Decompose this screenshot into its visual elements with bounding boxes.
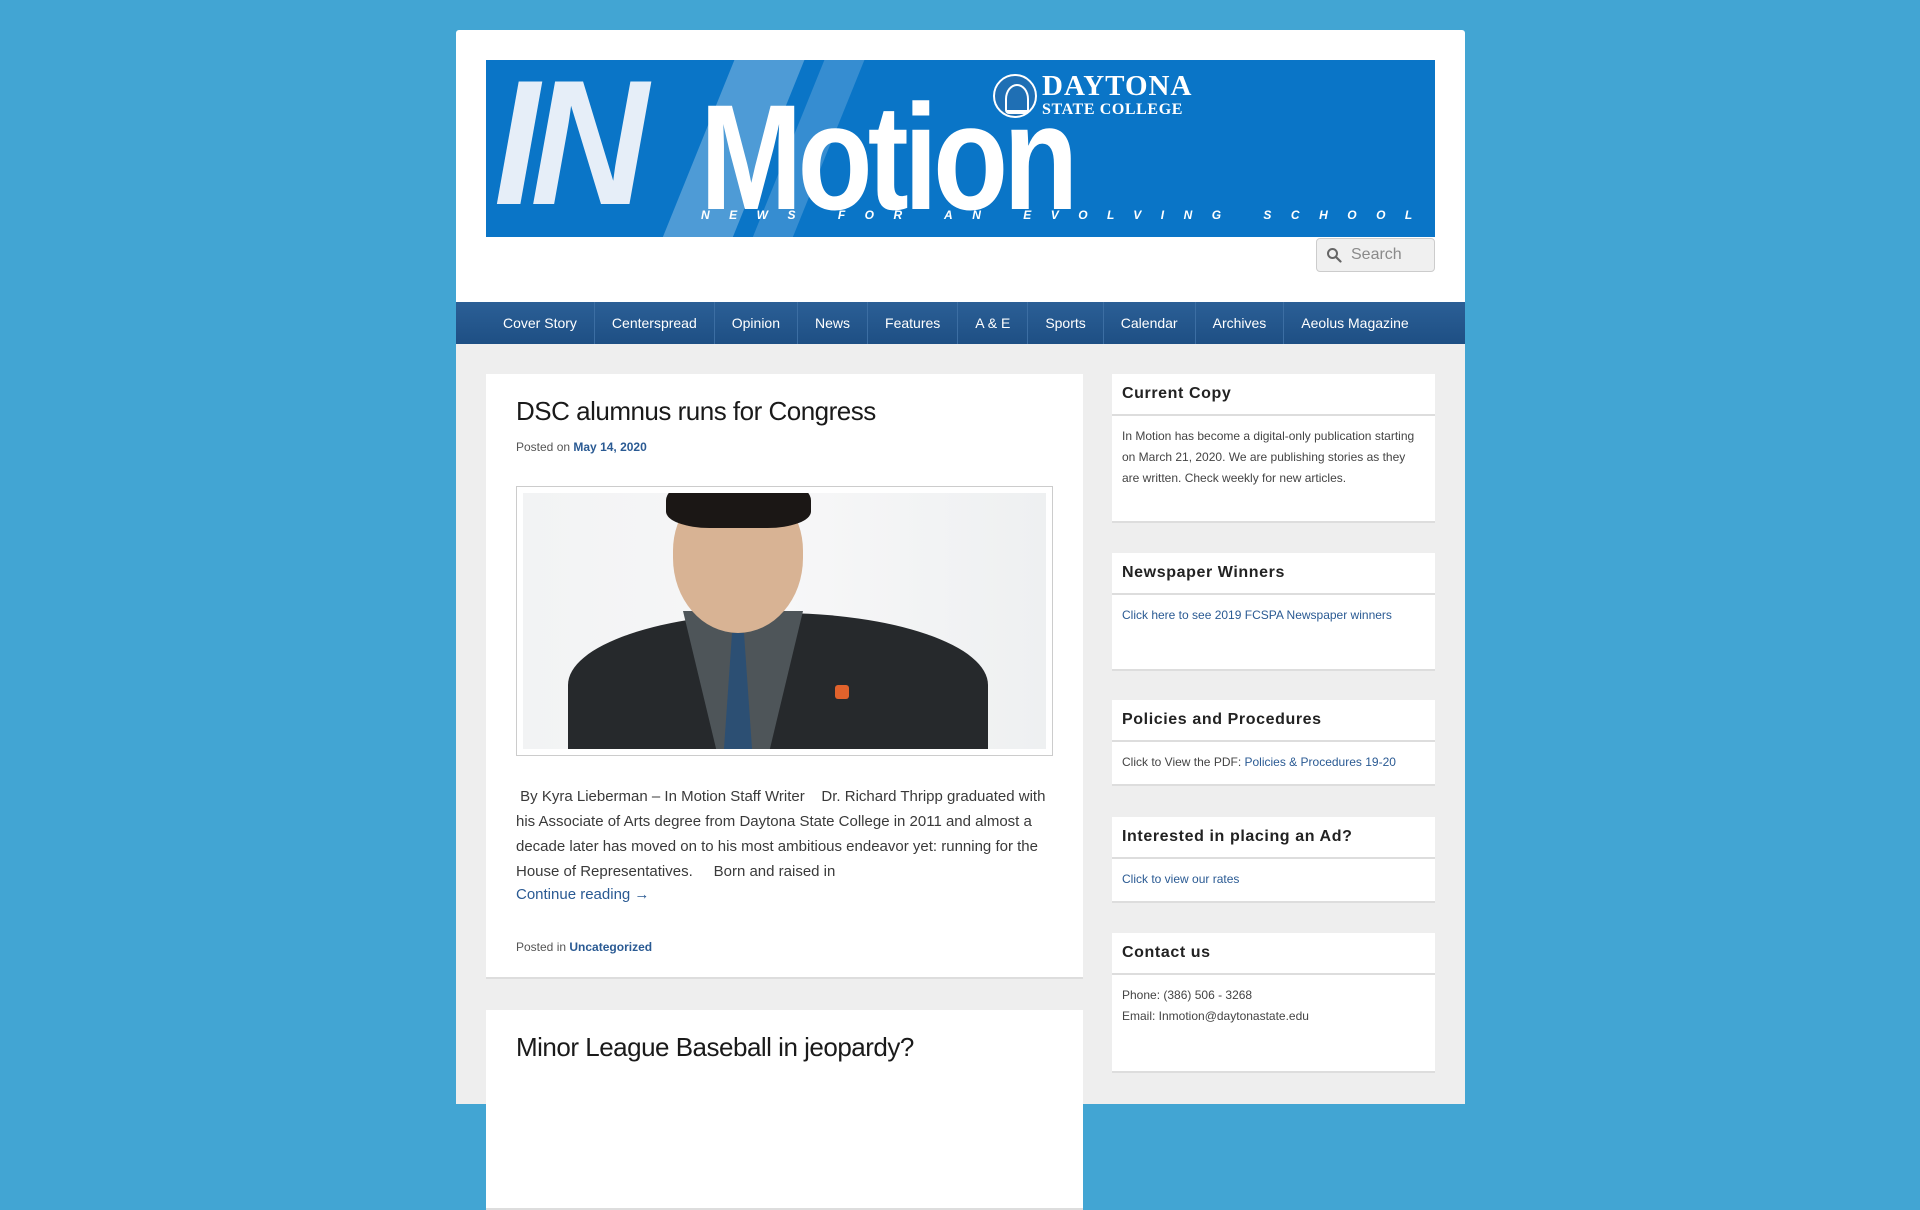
nav-item-news[interactable]: News — [798, 302, 869, 344]
widget-body: Click here to see 2019 FCSPA Newspaper w… — [1112, 595, 1435, 636]
widget-newspaper-winners: Newspaper Winners Click here to see 2019… — [1112, 553, 1435, 671]
site-header: IN Motion NEWS FOR AN EVOLVING SCHOOL DA… — [456, 30, 1465, 302]
widget-contact: Contact us Phone: (386) 506 - 3268 Email… — [1112, 933, 1435, 1073]
article-category: Posted in Uncategorized — [516, 940, 652, 954]
widget-body: Click to view our rates — [1112, 859, 1435, 900]
widget-title: Policies and Procedures — [1112, 700, 1435, 742]
widget-body: Click to View the PDF: Policies & Proced… — [1112, 742, 1435, 783]
content-area: DSC alumnus runs for Congress Posted on … — [456, 344, 1465, 1210]
nav-item-calendar[interactable]: Calendar — [1104, 302, 1196, 344]
nav-item-opinion[interactable]: Opinion — [715, 302, 799, 344]
search-icon — [1326, 247, 1342, 263]
widget-title: Current Copy — [1112, 374, 1435, 416]
widget-title: Newspaper Winners — [1112, 553, 1435, 595]
nav-item-aeolus-magazine[interactable]: Aeolus Magazine — [1284, 302, 1425, 344]
continue-reading-link[interactable]: Continue reading → — [516, 886, 649, 903]
widget-current-copy: Current Copy In Motion has become a digi… — [1112, 374, 1435, 523]
lapel-pin — [835, 685, 849, 699]
posted-in-label: Posted in — [516, 940, 567, 954]
policies-prefix: Click to View the PDF: — [1122, 755, 1242, 769]
college-name: DAYTONA STATE COLLEGE — [1042, 72, 1192, 118]
site-logo-banner[interactable]: IN Motion NEWS FOR AN EVOLVING SCHOOL DA… — [486, 60, 1435, 237]
article-meta: Posted on May 14, 2020 — [516, 440, 647, 454]
category-link[interactable]: Uncategorized — [569, 940, 652, 954]
nav-item-arts-entertainment[interactable]: A & E — [958, 302, 1029, 344]
widget-body: In Motion has become a digital-only publ… — [1122, 429, 1415, 485]
policies-pdf-link[interactable]: Policies & Procedures 19-20 — [1245, 755, 1396, 769]
widget-ads: Interested in placing an Ad? Click to vi… — [1112, 817, 1435, 903]
search-input[interactable] — [1351, 246, 1431, 264]
photo-shape — [666, 493, 811, 528]
widget-title: Contact us — [1112, 933, 1435, 975]
search-box[interactable] — [1316, 238, 1435, 272]
logo-in-text: IN — [494, 60, 649, 237]
logo-tagline: NEWS FOR AN EVOLVING SCHOOL — [701, 208, 1432, 222]
article-card: Minor League Baseball in jeopardy? — [486, 1010, 1083, 1210]
portrait-photo — [523, 493, 1046, 749]
college-seal-icon — [993, 74, 1037, 118]
widget-title: Interested in placing an Ad? — [1112, 817, 1435, 859]
article-card: DSC alumnus runs for Congress Posted on … — [486, 374, 1083, 979]
nav-item-cover-story[interactable]: Cover Story — [486, 302, 595, 344]
article-featured-image[interactable] — [516, 486, 1053, 756]
nav-item-archives[interactable]: Archives — [1196, 302, 1285, 344]
article-date-link[interactable]: May 14, 2020 — [573, 440, 646, 454]
newspaper-winners-link[interactable]: Click here to see 2019 FCSPA Newspaper w… — [1122, 608, 1392, 622]
college-name-line1: DAYTONA — [1042, 70, 1193, 102]
posted-on-label: Posted on — [516, 440, 571, 454]
nav-item-sports[interactable]: Sports — [1028, 302, 1104, 344]
article-excerpt: By Kyra Lieberman – In Motion Staff Writ… — [516, 788, 1046, 880]
page-container: IN Motion NEWS FOR AN EVOLVING SCHOOL DA… — [456, 30, 1465, 1210]
article-title[interactable]: DSC alumnus runs for Congress — [516, 396, 876, 427]
nav-item-features[interactable]: Features — [868, 302, 959, 344]
college-name-line2: STATE COLLEGE — [1042, 101, 1184, 118]
widget-body: Phone: (386) 506 - 3268 Email: Inmotion@… — [1112, 975, 1435, 1037]
widget-policies: Policies and Procedures Click to View th… — [1112, 700, 1435, 786]
contact-phone: Phone: (386) 506 - 3268 — [1122, 988, 1253, 1002]
contact-email: Email: Inmotion@daytonastate.edu — [1122, 1009, 1309, 1023]
nav-item-centerspread[interactable]: Centerspread — [595, 302, 715, 344]
ad-rates-link[interactable]: Click to view our rates — [1122, 872, 1239, 886]
article-title[interactable]: Minor League Baseball in jeopardy? — [516, 1032, 914, 1063]
main-navigation: Cover Story Centerspread Opinion News Fe… — [456, 302, 1465, 344]
